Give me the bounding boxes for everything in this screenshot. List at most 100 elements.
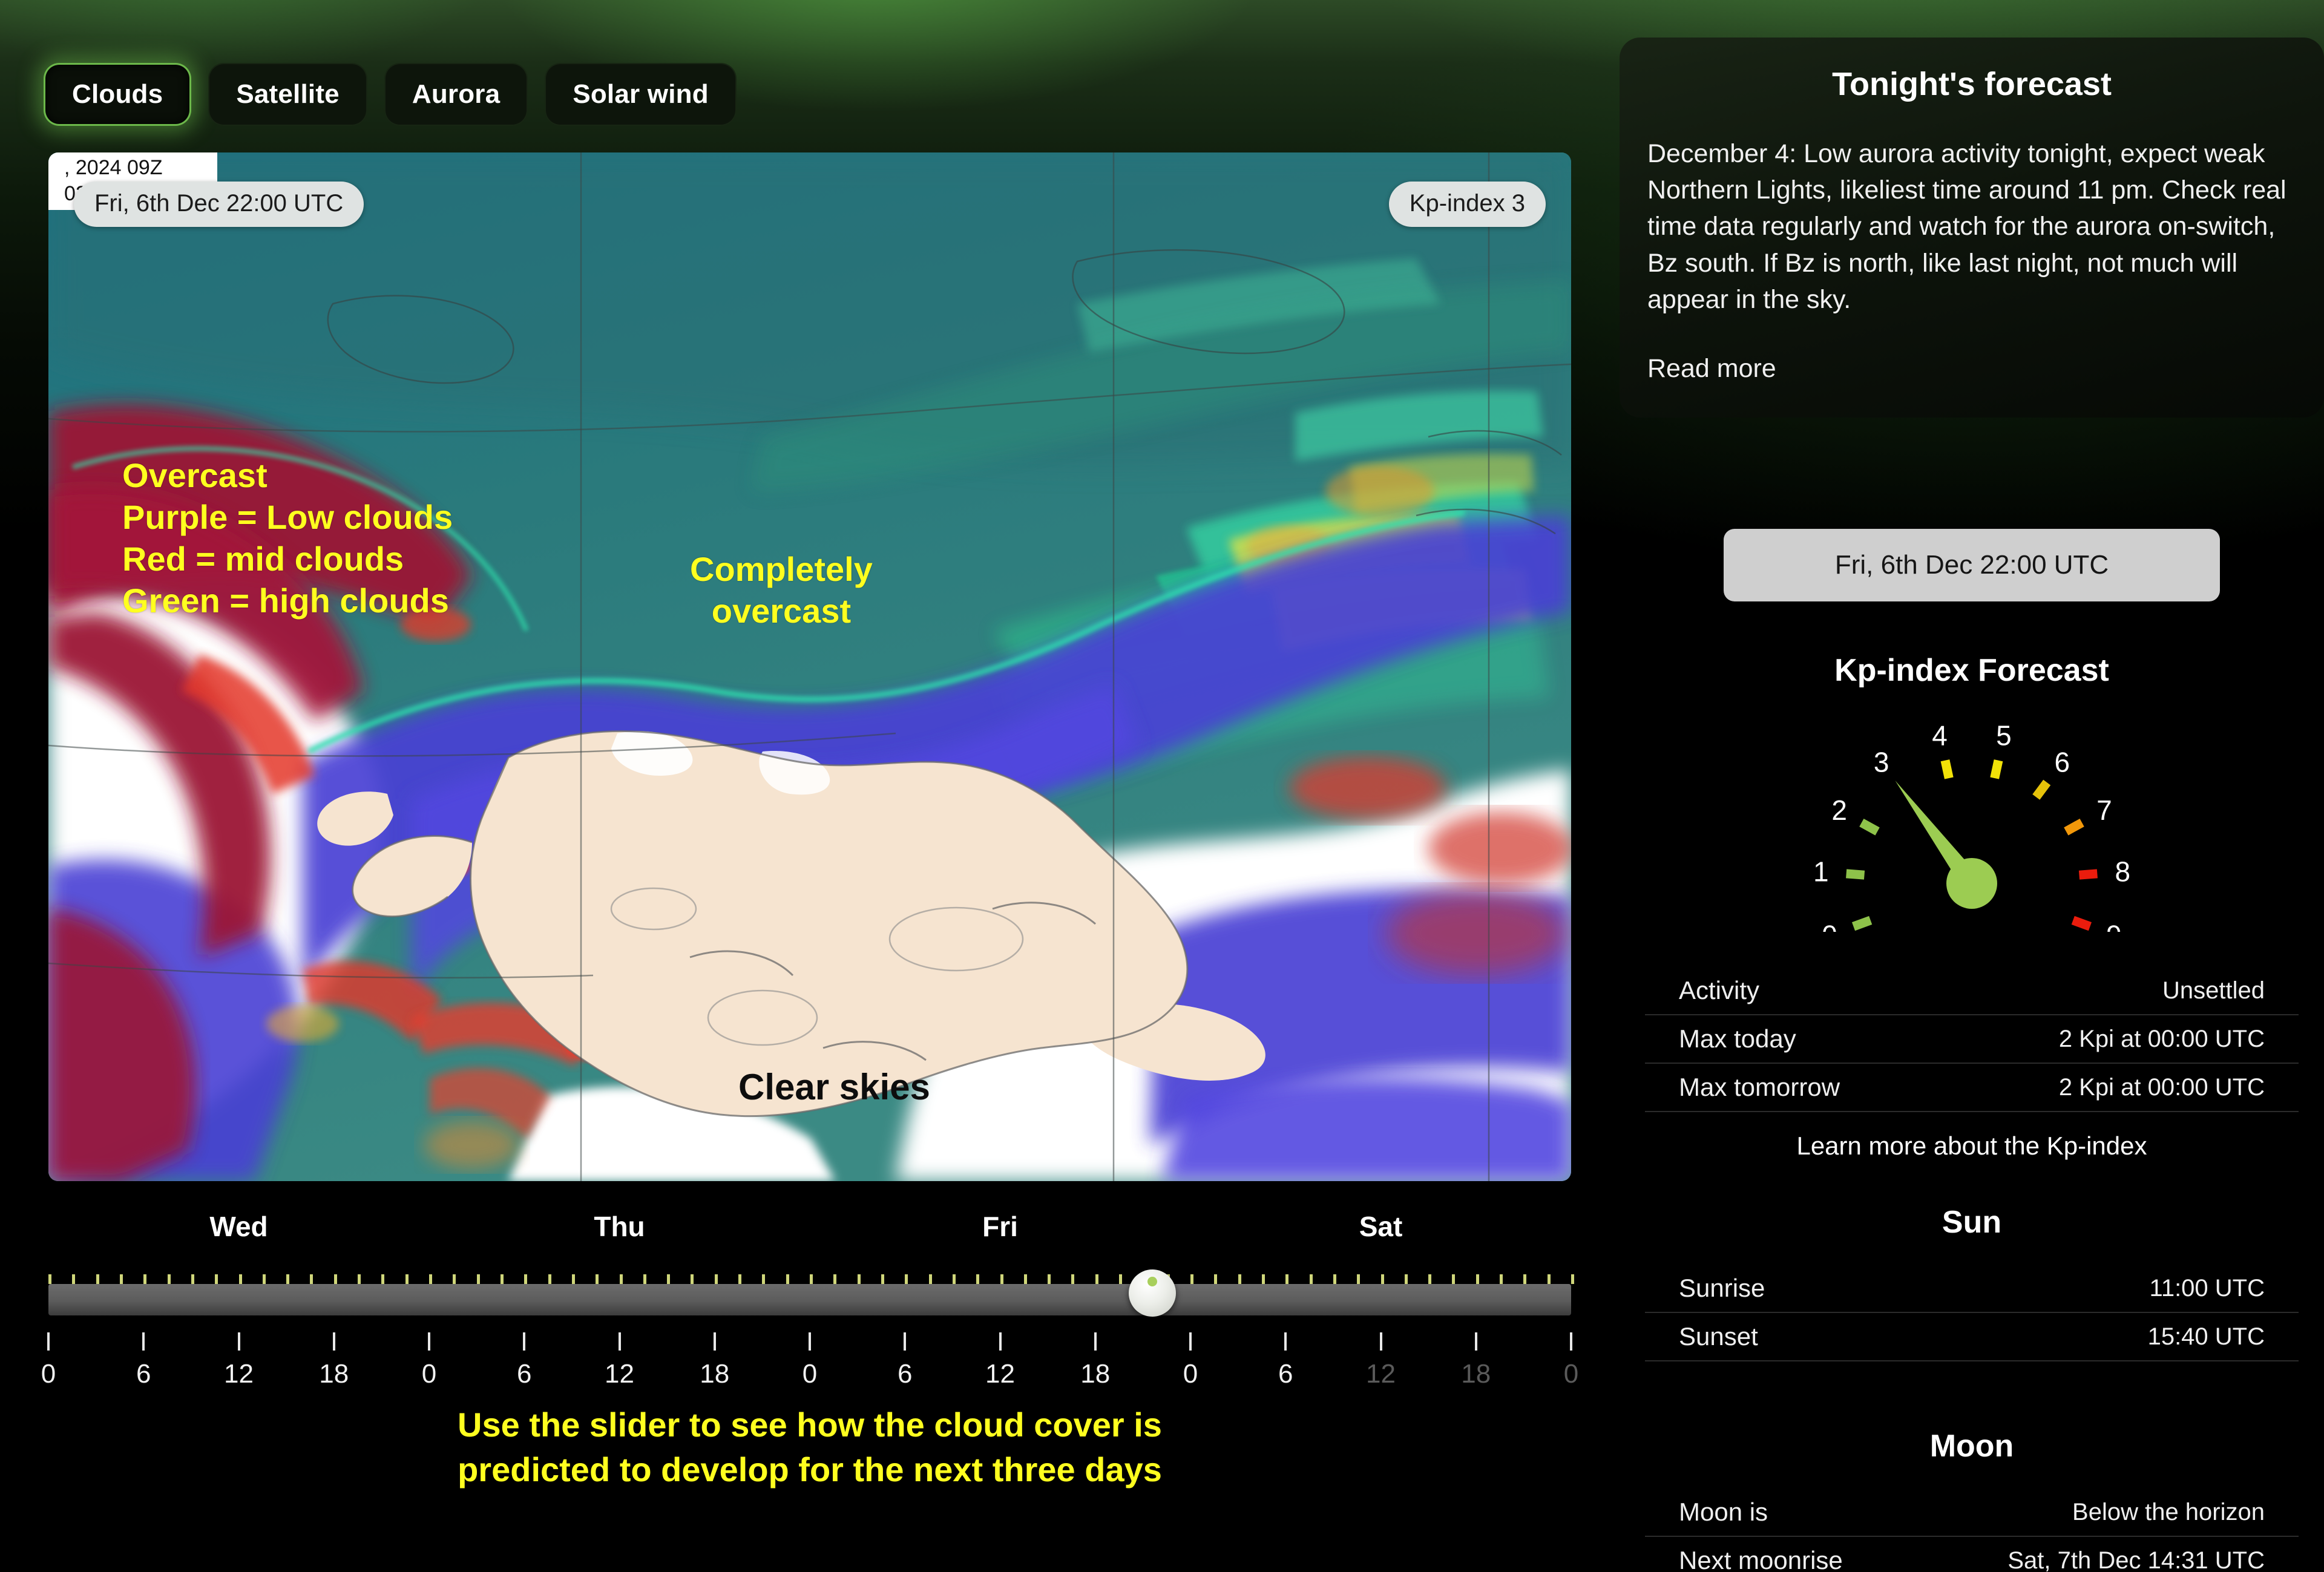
- timeline-minor-tick: [1261, 1274, 1265, 1284]
- timeline-minor-tick: [881, 1274, 884, 1284]
- timeline-minor-tick: [833, 1274, 837, 1284]
- timeline-hour-label: 6: [898, 1359, 913, 1389]
- kp-row: Activity Unsettled: [1645, 967, 2299, 1015]
- timeline-minor-tick: [1333, 1274, 1336, 1284]
- timeline-minor-tick: [119, 1274, 123, 1284]
- map-imagery: [48, 152, 1571, 1181]
- timeline-minor-tick: [1095, 1274, 1098, 1284]
- map-kp-index-pill[interactable]: Kp-index 3: [1388, 182, 1546, 227]
- timeline-hour-tick: [47, 1332, 50, 1351]
- moon-key: Next moonrise: [1679, 1546, 1843, 1572]
- moon-row: Moon is Below the horizon: [1645, 1488, 2299, 1537]
- timeline-minor-tick: [738, 1274, 742, 1284]
- gauge-hub: [1946, 858, 1997, 909]
- timeline-minor-tick: [524, 1274, 528, 1284]
- kp-value: 2 Kpi at 00:00 UTC: [2058, 1025, 2265, 1052]
- gauge-tick-label: 3: [1874, 746, 1889, 778]
- kp-value: 2 Kpi at 00:00 UTC: [2058, 1073, 2265, 1101]
- gauge-tick-label: 6: [2054, 746, 2070, 778]
- timeline-day-fri: Fri: [982, 1211, 1018, 1242]
- tab-aurora[interactable]: Aurora: [384, 63, 528, 126]
- moon-value: Sat, 7th Dec 14:31 UTC: [2007, 1547, 2265, 1572]
- timeline-minor-tick: [1048, 1274, 1051, 1284]
- timeline-minor-tick: [952, 1274, 956, 1284]
- sun-table: Sunrise 11:00 UTC Sunset 15:40 UTC: [1645, 1265, 2299, 1361]
- timeline-minor-tick: [905, 1274, 908, 1284]
- cloud-cover-map[interactable]: , 2024 09Z 024 227 (+61 h) Fri, 6th Dec …: [48, 152, 1571, 1181]
- timeline-slider-handle[interactable]: [1129, 1269, 1177, 1317]
- sun-value: 15:40 UTC: [2147, 1323, 2265, 1350]
- timeline-hour-label: 12: [224, 1359, 254, 1389]
- sun-row: Sunset 15:40 UTC: [1645, 1313, 2299, 1361]
- map-legend-annotation: Overcast Purple = Low clouds Red = mid c…: [122, 456, 453, 620]
- moon-value: Below the horizon: [2072, 1498, 2265, 1525]
- timeline-minor-tick: [1285, 1274, 1289, 1284]
- timeline-minor-tick: [96, 1274, 99, 1284]
- timeline-hour-tick: [1570, 1332, 1572, 1351]
- sun-value: 11:00 UTC: [2149, 1274, 2265, 1302]
- timeline-slider[interactable]: [48, 1263, 1574, 1330]
- gauge-tick: [2064, 818, 2084, 836]
- map-date-pill[interactable]: Fri, 6th Dec 22:00 UTC: [74, 182, 364, 227]
- timeline-minor-tick: [596, 1274, 599, 1284]
- layer-tab-bar: Clouds Satellite Aurora Solar wind: [44, 63, 737, 126]
- timeline-minor-tick: [1475, 1274, 1479, 1284]
- tonights-forecast-card: Tonight's forecast December 4: Low auror…: [1620, 38, 2324, 418]
- timeline-minor-tick: [1000, 1274, 1003, 1284]
- timeline-slider-rail[interactable]: [48, 1284, 1571, 1315]
- gauge-tick: [1846, 869, 1865, 880]
- timeline-hour-tick: [999, 1332, 1002, 1351]
- timeline-hour-tick: [142, 1332, 145, 1351]
- timeline-minor-tick: [1023, 1274, 1027, 1284]
- timeline-minor-tick: [333, 1274, 337, 1284]
- sun-section-title: Sun: [1942, 1205, 2002, 1240]
- gauge-tick-label: 7: [2096, 794, 2112, 826]
- timeline-minor-tick: [857, 1274, 861, 1284]
- timeline-minor-tick: [48, 1274, 51, 1284]
- aurora-forecast-page: Clouds Satellite Aurora Solar wind , 202…: [0, 0, 2324, 1572]
- timeline-minor-tick: [643, 1274, 646, 1284]
- moon-section-title: Moon: [1929, 1429, 2014, 1464]
- timeline-hour-label: 12: [605, 1359, 634, 1389]
- tab-satellite-label: Satellite: [236, 79, 340, 109]
- timeline-hour-tick: [1284, 1332, 1287, 1351]
- timeline-day-thu: Thu: [594, 1211, 645, 1242]
- timeline-hour-tick: [809, 1332, 811, 1351]
- model-run-line-1: , 2024 09Z: [64, 156, 163, 179]
- gauge-tick: [2032, 779, 2051, 800]
- timeline-minor-tick: [215, 1274, 218, 1284]
- tab-satellite[interactable]: Satellite: [208, 63, 367, 126]
- gauge-tick: [2071, 915, 2092, 931]
- timeline-minor-tick: [928, 1274, 932, 1284]
- moon-table: Moon is Below the horizon Next moonrise Sat…: [1645, 1488, 2299, 1572]
- gauge-tick-label: 4: [1932, 720, 1948, 752]
- moon-key: Moon is: [1679, 1498, 1768, 1526]
- timeline-hour-label: 18: [319, 1359, 349, 1389]
- timeline-minor-tick: [1523, 1274, 1527, 1284]
- tab-aurora-label: Aurora: [412, 79, 501, 109]
- read-more-link[interactable]: Read more: [1647, 354, 2296, 384]
- timeline-minor-tick: [1214, 1274, 1218, 1284]
- kp-index-gauge: 0 123 4 5 678 9: [1790, 702, 2153, 932]
- timeline-minor-tick: [1571, 1274, 1574, 1284]
- kp-key: Max tomorrow: [1679, 1073, 1840, 1101]
- timeline-hour-tick: [1189, 1332, 1192, 1351]
- gauge-tick-label: 0: [1822, 920, 1837, 932]
- timeline-minor-tick: [1190, 1274, 1193, 1284]
- timeline-minor-tick: [619, 1274, 623, 1284]
- timeline-minor-tick: [167, 1274, 171, 1284]
- timeline-hour-tick: [332, 1332, 335, 1351]
- tab-clouds[interactable]: Clouds: [44, 63, 192, 126]
- sidebar-date-button[interactable]: Fri, 6th Dec 22:00 UTC: [1724, 529, 2220, 601]
- sun-row: Sunrise 11:00 UTC: [1645, 1265, 2299, 1313]
- forecast-card-body: December 4: Low aurora activity tonight,…: [1647, 139, 2286, 314]
- gauge-tick: [2078, 869, 2098, 880]
- kp-value: Unsettled: [2162, 977, 2265, 1004]
- kp-learn-more-link[interactable]: Learn more about the Kp-index: [1620, 1132, 2324, 1161]
- tab-solar-wind-label: Solar wind: [573, 79, 709, 109]
- timeline-minor-tick: [667, 1274, 671, 1284]
- timeline-minor-tick: [72, 1274, 76, 1284]
- timeline-minor-tick: [691, 1274, 694, 1284]
- moon-row: Next moonrise Sat, 7th Dec 14:31 UTC: [1645, 1537, 2299, 1572]
- tab-solar-wind[interactable]: Solar wind: [545, 63, 737, 126]
